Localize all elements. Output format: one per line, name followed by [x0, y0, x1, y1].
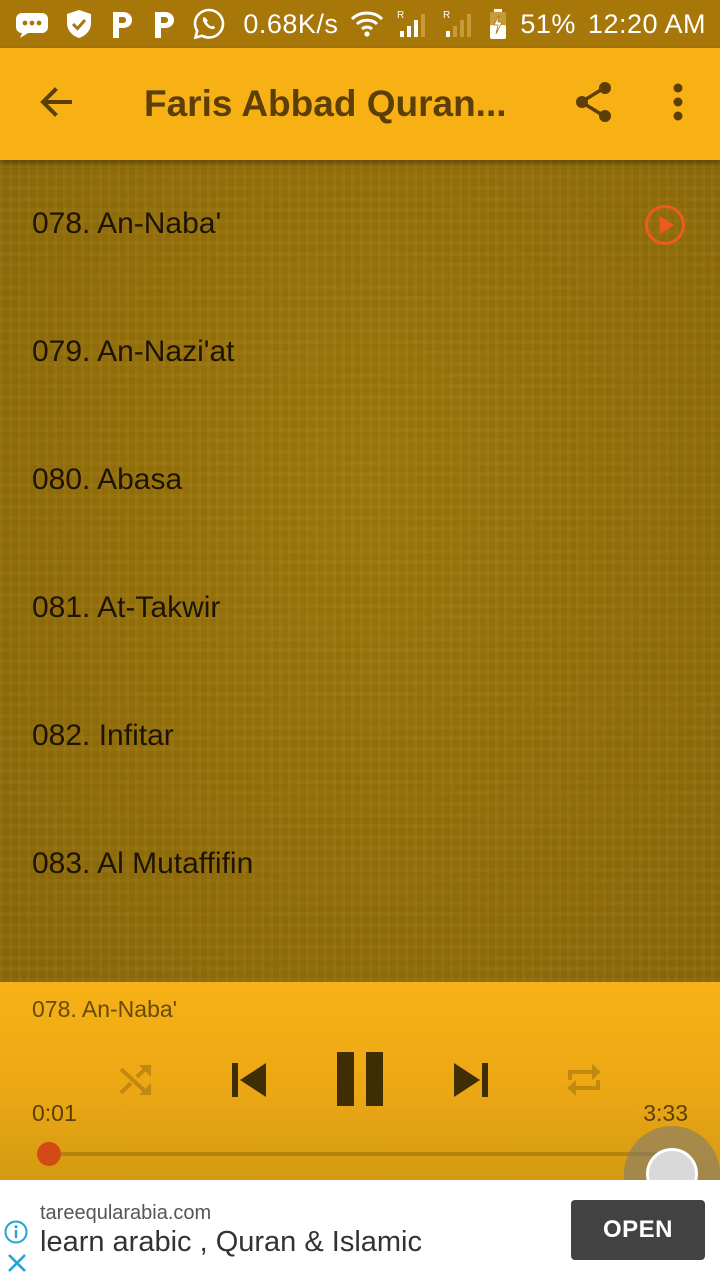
- skip-previous-icon: [228, 1060, 268, 1105]
- network-speed: 0.68K/s: [243, 8, 339, 39]
- repeat-icon: [564, 1060, 604, 1105]
- repeat-button[interactable]: [562, 1060, 606, 1104]
- list-item[interactable]: 080. Abasa: [0, 416, 720, 544]
- battery-icon: [488, 8, 508, 40]
- svg-text:R: R: [397, 10, 404, 21]
- p-app-icon: [150, 8, 178, 40]
- page-title: Faris Abbad Quran...: [144, 83, 507, 124]
- list-item[interactable]: 079. An-Nazi'at: [0, 288, 720, 416]
- next-button[interactable]: [450, 1060, 494, 1104]
- ad-banner[interactable]: tareeqularabia.com learn arabic , Quran …: [0, 1180, 720, 1280]
- track-label: 078. An-Naba': [32, 207, 222, 240]
- track-label: 080. Abasa: [32, 463, 183, 496]
- track-label: 083. Al Mutaffifin: [32, 847, 254, 880]
- status-bar: 0.68K/s R R 51% 12:20 AM: [0, 0, 720, 48]
- app-bar: Faris Abbad Quran...: [0, 48, 720, 160]
- clock: 12:20 AM: [587, 8, 706, 39]
- ad-headline: learn arabic , Quran & Islamic: [40, 1226, 422, 1258]
- pause-button[interactable]: [334, 1050, 386, 1112]
- list-item[interactable]: 083. Al Mutaffifin: [0, 800, 720, 928]
- battery-percent: 51%: [520, 8, 576, 39]
- list-item[interactable]: 081. At-Takwir: [0, 544, 720, 672]
- whatsapp-icon: [192, 7, 226, 41]
- share-icon: [574, 80, 614, 129]
- info-icon[interactable]: [4, 1220, 28, 1244]
- shield-check-icon: [64, 8, 94, 40]
- list-item[interactable]: 078. An-Naba': [0, 160, 720, 288]
- open-button[interactable]: OPEN: [571, 1200, 705, 1260]
- elapsed-time: 0:01: [32, 1100, 77, 1126]
- now-playing-title: 078. An-Naba': [32, 996, 178, 1022]
- player-controls: [0, 1046, 720, 1114]
- p-app-icon: [108, 8, 136, 40]
- seek-thumb[interactable]: [37, 1142, 62, 1166]
- back-button[interactable]: [0, 48, 112, 160]
- svg-text:R: R: [443, 10, 450, 21]
- shuffle-icon: [117, 1061, 155, 1104]
- shuffle-button[interactable]: [116, 1062, 156, 1102]
- track-label: 079. An-Nazi'at: [32, 335, 235, 368]
- arrow-back-icon: [36, 82, 76, 127]
- close-icon[interactable]: [6, 1252, 28, 1274]
- share-button[interactable]: [552, 48, 636, 160]
- track-label: 081. At-Takwir: [32, 591, 221, 624]
- signal-icon: R: [396, 9, 430, 39]
- player-panel: 078. An-Naba' 0:01 3:33: [0, 982, 720, 1180]
- skip-next-icon: [452, 1060, 492, 1105]
- signal-icon: R: [442, 9, 476, 39]
- track-list: 078. An-Naba' 079. An-Nazi'at 080. Abasa…: [0, 160, 720, 982]
- seek-bar[interactable]: [46, 1152, 676, 1156]
- previous-button[interactable]: [226, 1060, 270, 1104]
- overflow-menu-button[interactable]: [636, 48, 720, 160]
- more-vert-icon: [672, 82, 684, 127]
- ad-domain: tareeqularabia.com: [40, 1202, 212, 1224]
- track-label: 082. Infitar: [32, 719, 174, 752]
- list-item[interactable]: 082. Infitar: [0, 672, 720, 800]
- total-time: 3:33: [643, 1100, 688, 1126]
- pause-icon: [335, 1050, 385, 1113]
- messages-icon: [14, 9, 50, 39]
- play-circle-icon[interactable]: [644, 204, 686, 246]
- wifi-icon: [350, 9, 384, 39]
